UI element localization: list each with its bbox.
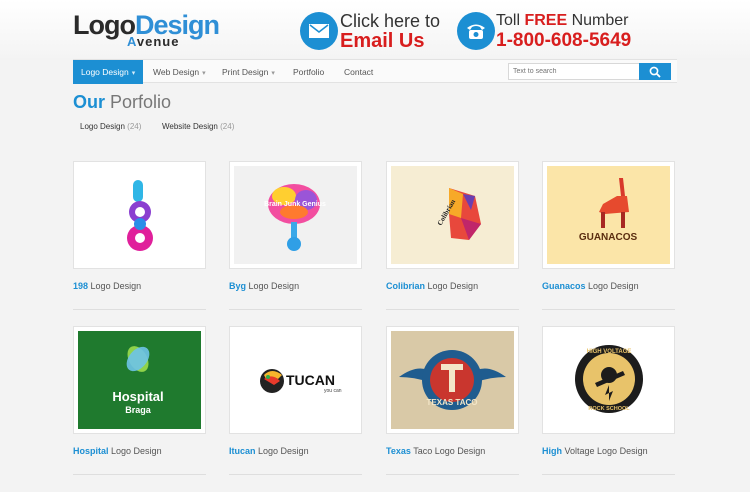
- svg-text:TUCAN: TUCAN: [286, 372, 335, 388]
- portfolio-thumbnail[interactable]: HIGH VOLTAGE ROCK SCHOOL: [542, 326, 675, 434]
- portfolio-thumbnail[interactable]: Brain Junk Genius: [229, 161, 362, 269]
- nav-print-design[interactable]: Print Design ▾: [222, 60, 275, 84]
- svg-text:HIGH VOLTAGE: HIGH VOLTAGE: [587, 349, 632, 355]
- logo-colibrian-artwork: Colibrian: [436, 188, 481, 240]
- logo-word-venue: venue: [136, 34, 180, 49]
- divider: [73, 474, 206, 475]
- chevron-down-icon: ▾: [271, 70, 275, 77]
- divider: [386, 309, 519, 310]
- search-icon: [649, 66, 661, 78]
- email-us-link[interactable]: Click here to Email Us: [340, 11, 450, 52]
- logo-hospital-artwork: Hospital Braga: [78, 331, 201, 429]
- portfolio-caption[interactable]: Guanacos Logo Design: [542, 281, 639, 291]
- filter-logo-design[interactable]: Logo Design (24): [80, 122, 141, 131]
- filter-website-design[interactable]: Website Design (24): [162, 122, 234, 131]
- portfolio-caption[interactable]: 198 Logo Design: [73, 281, 141, 291]
- portfolio-caption[interactable]: Byg Logo Design: [229, 281, 299, 291]
- logo-itucan-artwork: TUCAN you can: [260, 369, 342, 394]
- portfolio-thumbnail[interactable]: Colibrian: [386, 161, 519, 269]
- divider: [73, 309, 206, 310]
- site-logo[interactable]: LogoDesign Avenue: [73, 10, 233, 50]
- divider: [229, 309, 362, 310]
- svg-text:Braga: Braga: [125, 405, 152, 415]
- phone-number: 1-800-608-5649: [496, 30, 632, 51]
- email-line1: Click here to: [340, 11, 441, 31]
- main-nav: Logo Design ▾ Web Design ▾ Print Design ▾ P…: [73, 59, 677, 84]
- portfolio-thumbnail[interactable]: Hospital Braga: [73, 326, 206, 434]
- divider: [229, 474, 362, 475]
- svg-text:TEXAS TACO: TEXAS TACO: [427, 398, 478, 407]
- divider: [542, 309, 675, 310]
- portfolio-caption[interactable]: Colibrian Logo Design: [386, 281, 478, 291]
- svg-text:GUANACOS: GUANACOS: [579, 232, 638, 243]
- search-input[interactable]: [508, 63, 640, 80]
- divider: [542, 474, 675, 475]
- portfolio-thumbnail[interactable]: TUCAN you can: [229, 326, 362, 434]
- nav-portfolio[interactable]: Portfolio: [293, 60, 324, 84]
- svg-text:you can: you can: [324, 388, 342, 394]
- phone-suffix: Number: [571, 12, 629, 29]
- logo-guanacos-artwork: GUANACOS: [579, 178, 638, 243]
- email-line2: Email Us: [340, 30, 425, 52]
- phone-free-highlight: FREE: [524, 12, 568, 29]
- logo-initial: A: [127, 34, 137, 49]
- portfolio-thumbnail[interactable]: TEXAS TACO: [386, 326, 519, 434]
- nav-logo-design[interactable]: Logo Design ▾: [73, 60, 144, 84]
- portfolio-caption[interactable]: Texas Taco Logo Design: [386, 446, 485, 456]
- logo-texas-taco-artwork: TEXAS TACO: [391, 331, 514, 429]
- svg-text:ROCK SCHOOL: ROCK SCHOOL: [588, 406, 630, 412]
- svg-text:Hospital: Hospital: [112, 389, 163, 404]
- portfolio-thumbnail[interactable]: [73, 161, 206, 269]
- svg-text:Brain Junk Genius: Brain Junk Genius: [264, 201, 326, 208]
- telephone-icon[interactable]: [457, 12, 495, 50]
- logo-word-logo: Logo: [73, 10, 136, 40]
- portfolio-caption[interactable]: Hospital Logo Design: [73, 446, 162, 456]
- portfolio-caption[interactable]: High Voltage Logo Design: [542, 446, 648, 456]
- page-title: Our Porfolio: [73, 92, 172, 112]
- logo-198-artwork: [127, 180, 153, 251]
- divider: [386, 474, 519, 475]
- phone-prefix: Toll: [496, 12, 521, 29]
- portfolio-caption[interactable]: Itucan Logo Design: [229, 446, 309, 456]
- toll-free-number[interactable]: Toll FREE Number 1-800-608-5649: [496, 12, 656, 51]
- nav-contact[interactable]: Contact: [344, 60, 373, 84]
- nav-web-design[interactable]: Web Design ▾: [153, 60, 206, 84]
- search-button[interactable]: [639, 63, 671, 80]
- logo-byg-artwork: Brain Junk Genius: [264, 184, 326, 251]
- logo-high-voltage-artwork: HIGH VOLTAGE ROCK SCHOOL: [575, 345, 643, 413]
- portfolio-thumbnail[interactable]: GUANACOS: [542, 161, 675, 269]
- site-header: LogoDesign Avenue Click here to Email Us…: [0, 0, 750, 58]
- envelope-icon[interactable]: [300, 12, 338, 50]
- chevron-down-icon: ▾: [131, 70, 136, 77]
- chevron-down-icon: ▾: [202, 70, 206, 77]
